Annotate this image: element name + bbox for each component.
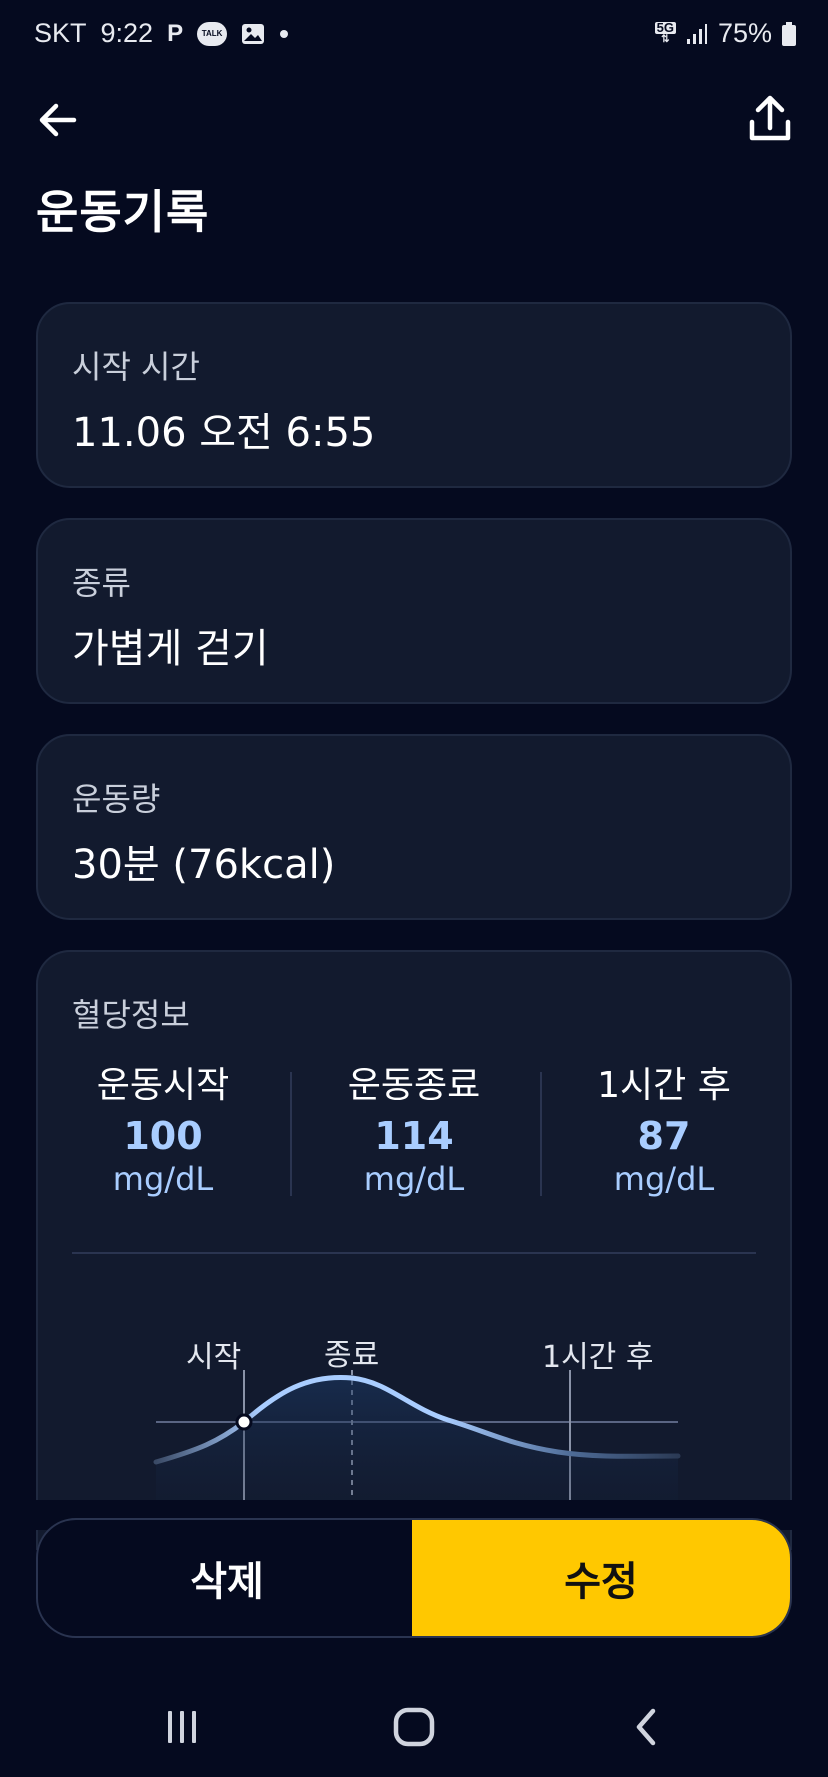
glucose-start: 운동시작 100 mg/dL (38, 1056, 288, 1198)
delete-button[interactable]: 삭제 (38, 1520, 416, 1636)
battery-percent: 75% (717, 18, 772, 48)
column-divider (290, 1072, 292, 1196)
exercise-amount-value: 30분 (76kcal) (72, 842, 336, 888)
page-title: 운동기록 (36, 185, 210, 239)
exercise-type-card[interactable]: 종류 가볍게 걷기 (36, 518, 792, 704)
top-bar (0, 80, 828, 160)
status-right: 5G ⇅ 75% (654, 18, 796, 49)
glucose-end-value: 114 (374, 1114, 454, 1158)
glucose-1h-value: 87 (637, 1114, 691, 1158)
kakaotalk-icon: TALK (197, 21, 228, 46)
recents-button[interactable] (152, 1702, 212, 1752)
blood-glucose-card: 혈당정보 운동시작 100 mg/dL 운동종료 114 mg/dL 1시간 후… (36, 950, 792, 1550)
back-button[interactable] (34, 94, 86, 146)
exercise-type-value: 가볍게 걷기 (72, 626, 269, 672)
nav-back-icon (636, 1708, 656, 1746)
status-left: SKT 9:22 P TALK (34, 18, 289, 49)
start-point (235, 1413, 253, 1431)
exercise-amount-label: 운동량 (72, 780, 161, 818)
glucose-start-value: 100 (123, 1114, 203, 1158)
blood-glucose-values: 운동시작 100 mg/dL 운동종료 114 mg/dL 1시간 후 87 m… (38, 1056, 790, 1198)
start-time-label: 시작 시간 (72, 348, 200, 386)
gallery-icon (241, 23, 265, 45)
home-button[interactable] (384, 1702, 444, 1752)
home-icon (393, 1707, 435, 1747)
glucose-start-label: 운동시작 (96, 1065, 230, 1106)
action-bar: 삭제 수정 (36, 1518, 792, 1638)
clock: 9:22 (100, 18, 154, 48)
glucose-1h-unit: mg/dL (613, 1160, 715, 1198)
glucose-start-unit: mg/dL (112, 1160, 214, 1198)
carrier-label: SKT (34, 18, 87, 48)
start-time-value: 11.06 오전 6:55 (72, 410, 376, 456)
signal-icon (686, 23, 708, 45)
glucose-end-label: 운동종료 (347, 1065, 481, 1106)
dot-icon (279, 29, 289, 39)
edit-button[interactable]: 수정 (412, 1520, 790, 1636)
exercise-amount-card[interactable]: 운동량 30분 (76kcal) (36, 734, 792, 920)
glucose-chart: 시작 종료 1시간 후 (38, 1252, 790, 1550)
glucose-1h-label: 1시간 후 (597, 1065, 731, 1106)
glucose-end-unit: mg/dL (363, 1160, 465, 1198)
blood-glucose-title: 혈당정보 (72, 996, 190, 1034)
glucose-end: 운동종료 114 mg/dL (289, 1056, 539, 1198)
status-bar: SKT 9:22 P TALK 5G ⇅ 75% (0, 0, 828, 70)
network-5g-icon: 5G ⇅ (654, 19, 676, 45)
recents-icon (168, 1711, 196, 1743)
start-time-card[interactable]: 시작 시간 11.06 오전 6:55 (36, 302, 792, 488)
column-divider (540, 1072, 542, 1196)
exercise-type-label: 종류 (72, 564, 131, 602)
nav-back-button[interactable] (616, 1702, 676, 1752)
arrow-left-icon (39, 103, 77, 137)
system-nav-bar (0, 1680, 828, 1777)
battery-icon (782, 21, 796, 46)
share-button[interactable] (742, 92, 798, 148)
p-notification-icon: P (167, 19, 184, 47)
share-upload-icon (749, 95, 791, 141)
glucose-1h: 1시간 후 87 mg/dL (539, 1056, 789, 1198)
